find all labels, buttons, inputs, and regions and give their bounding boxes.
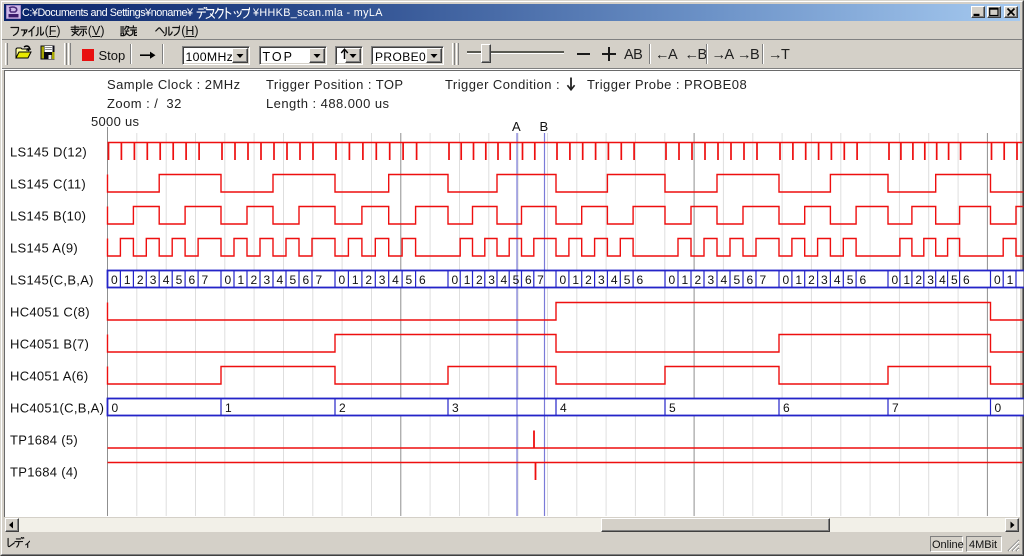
svg-text:5: 5	[624, 273, 631, 287]
svg-text:1: 1	[225, 401, 232, 415]
svg-text:1: 1	[903, 273, 910, 287]
svg-text:5: 5	[847, 273, 854, 287]
svg-text:3: 3	[707, 273, 714, 287]
svg-text:0: 0	[994, 273, 1001, 287]
svg-text:1: 1	[464, 273, 471, 287]
svg-text:4: 4	[611, 273, 618, 287]
svg-text:1: 1	[124, 273, 131, 287]
svg-text:5: 5	[513, 273, 520, 287]
svg-text:LS145 A(9): LS145 A(9)	[10, 241, 78, 256]
svg-text:2: 2	[137, 273, 144, 287]
svg-text:6: 6	[860, 273, 867, 287]
svg-text:B: B	[540, 119, 549, 134]
svg-text:2: 2	[365, 273, 372, 287]
svg-text:HC4051 C(8): HC4051 C(8)	[10, 305, 90, 320]
svg-text:1: 1	[795, 273, 802, 287]
svg-text:3: 3	[150, 273, 157, 287]
svg-text:3: 3	[263, 273, 270, 287]
svg-text:TP1684 (5): TP1684 (5)	[10, 433, 78, 448]
svg-text:6: 6	[419, 273, 426, 287]
svg-text:TP1684 (4): TP1684 (4)	[10, 465, 78, 480]
svg-text:4: 4	[276, 273, 283, 287]
svg-text:2: 2	[250, 273, 257, 287]
svg-text:LS145 C(11): LS145 C(11)	[10, 177, 86, 192]
svg-text:5: 5	[733, 273, 740, 287]
svg-text:7: 7	[202, 273, 209, 287]
svg-text:LS145(C,B,A): LS145(C,B,A)	[10, 273, 94, 288]
svg-text:0: 0	[891, 273, 898, 287]
svg-text:LS145 B(10): LS145 B(10)	[10, 209, 86, 224]
svg-text:5: 5	[669, 401, 676, 415]
svg-text:2: 2	[915, 273, 922, 287]
svg-text:5: 5	[951, 273, 958, 287]
svg-text:3: 3	[598, 273, 605, 287]
svg-text:6: 6	[963, 273, 970, 287]
svg-text:2: 2	[476, 273, 483, 287]
svg-text:0: 0	[559, 273, 566, 287]
svg-text:1: 1	[1007, 273, 1014, 287]
svg-text:0: 0	[995, 401, 1002, 415]
svg-text:1: 1	[572, 273, 579, 287]
svg-text:3: 3	[821, 273, 828, 287]
svg-text:0: 0	[782, 273, 789, 287]
svg-text:6: 6	[189, 273, 196, 287]
svg-text:5000 us: 5000 us	[91, 114, 140, 129]
svg-text:0: 0	[224, 273, 231, 287]
svg-text:1: 1	[681, 273, 688, 287]
svg-text:2: 2	[808, 273, 815, 287]
svg-text:3: 3	[488, 273, 495, 287]
svg-text:HC4051 A(6): HC4051 A(6)	[10, 369, 88, 384]
svg-text:2: 2	[585, 273, 592, 287]
svg-text:4: 4	[500, 273, 507, 287]
svg-text:5: 5	[406, 273, 413, 287]
svg-text:5: 5	[176, 273, 183, 287]
svg-text:3: 3	[452, 401, 459, 415]
svg-text:6: 6	[302, 273, 309, 287]
svg-text:0: 0	[338, 273, 345, 287]
svg-text:4: 4	[720, 273, 727, 287]
svg-text:3: 3	[379, 273, 386, 287]
svg-text:4: 4	[392, 273, 399, 287]
svg-text:HC4051 B(7): HC4051 B(7)	[10, 337, 89, 352]
svg-text:1: 1	[237, 273, 244, 287]
svg-text:5: 5	[289, 273, 296, 287]
svg-text:HC4051(C,B,A): HC4051(C,B,A)	[10, 401, 104, 416]
svg-text:7: 7	[315, 273, 322, 287]
svg-text:6: 6	[637, 273, 644, 287]
svg-text:6: 6	[525, 273, 532, 287]
svg-text:0: 0	[112, 401, 119, 415]
svg-text:4: 4	[560, 401, 567, 415]
svg-text:1: 1	[352, 273, 359, 287]
svg-text:4: 4	[939, 273, 946, 287]
svg-text:7: 7	[537, 273, 544, 287]
svg-text:0: 0	[111, 273, 118, 287]
svg-text:LS145 D(12): LS145 D(12)	[10, 145, 87, 160]
svg-text:6: 6	[783, 401, 790, 415]
svg-text:6: 6	[746, 273, 753, 287]
svg-text:2: 2	[694, 273, 701, 287]
svg-text:3: 3	[927, 273, 934, 287]
svg-text:0: 0	[451, 273, 458, 287]
svg-text:4: 4	[834, 273, 841, 287]
svg-text:2: 2	[339, 401, 346, 415]
svg-text:4: 4	[163, 273, 170, 287]
svg-text:7: 7	[892, 401, 899, 415]
svg-text:0: 0	[668, 273, 675, 287]
svg-text:7: 7	[759, 273, 766, 287]
svg-text:A: A	[512, 119, 521, 134]
